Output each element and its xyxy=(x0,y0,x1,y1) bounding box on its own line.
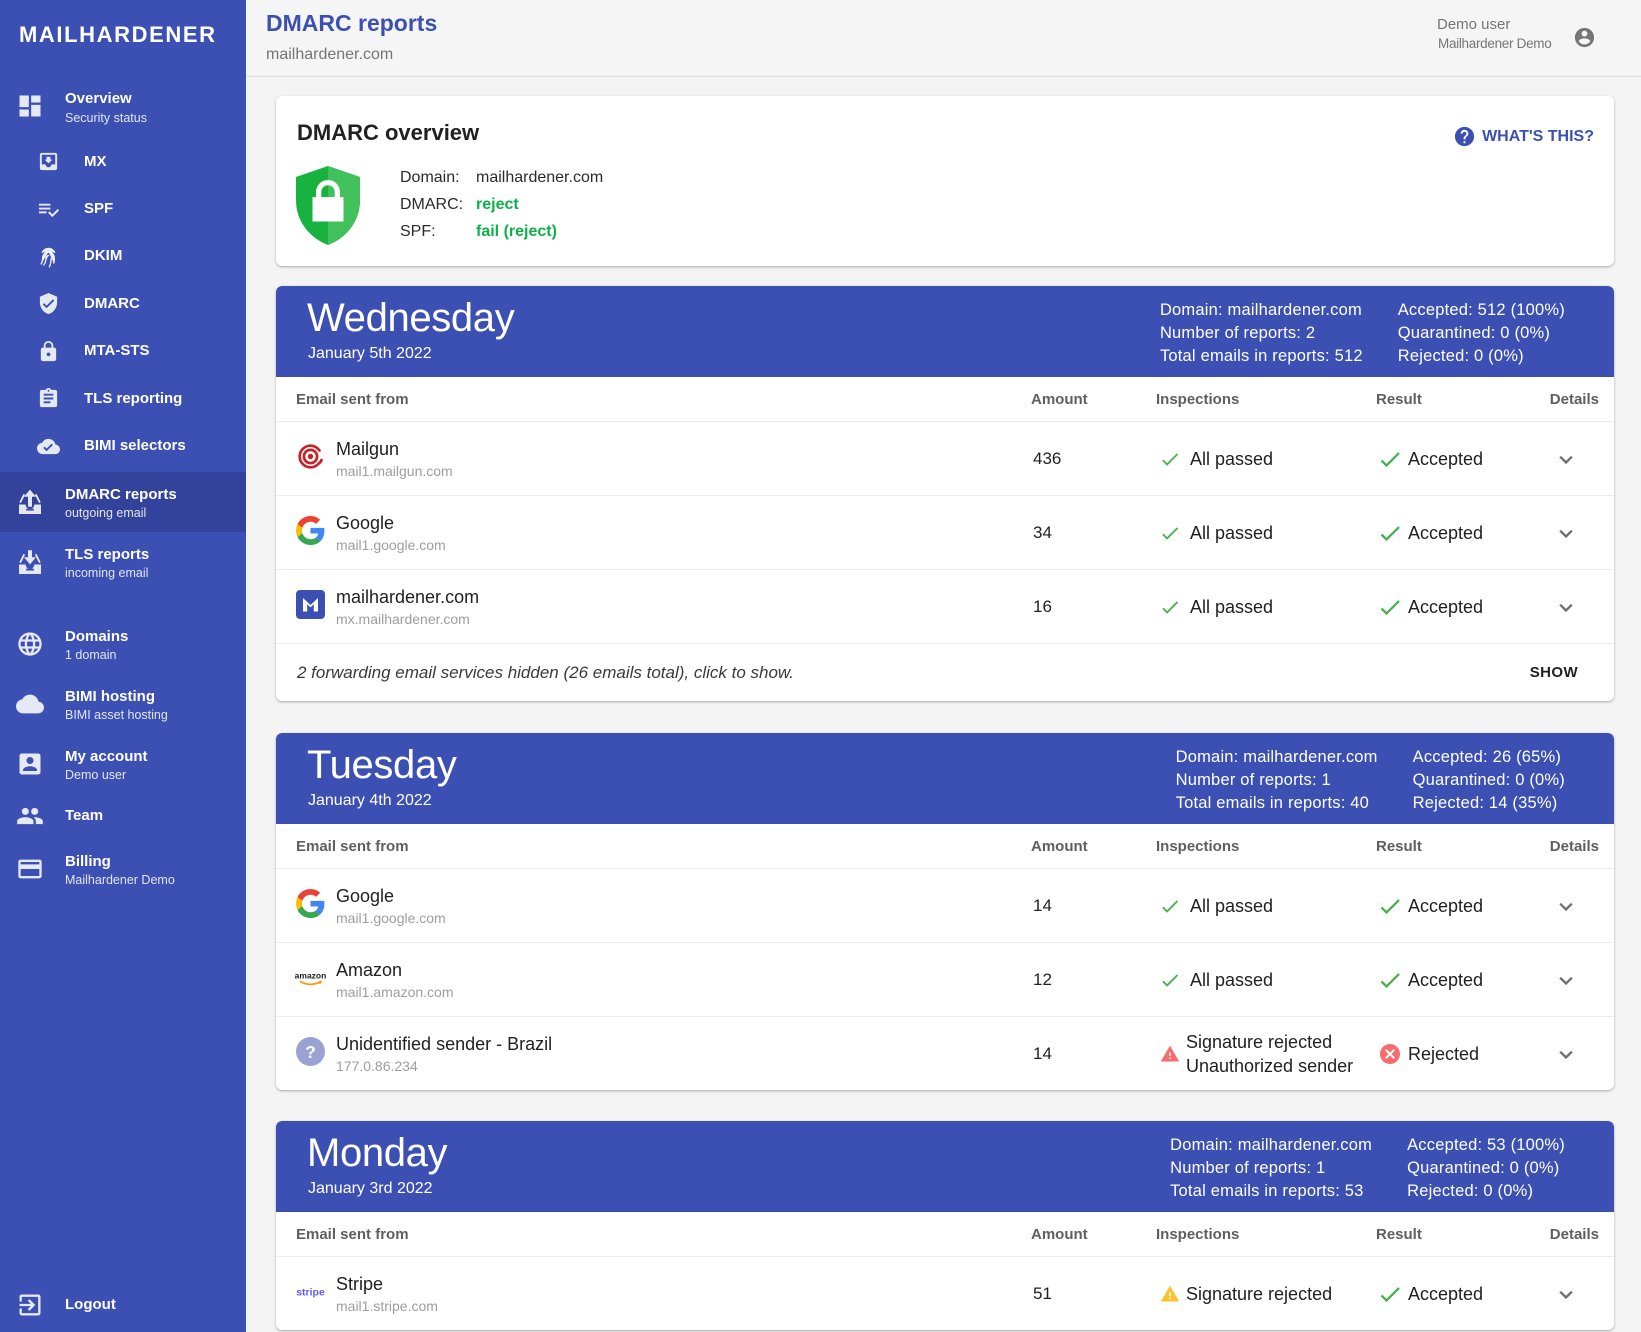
svg-text:?: ? xyxy=(305,1042,316,1062)
svg-text:amazon: amazon xyxy=(295,970,327,980)
svg-text:stripe: stripe xyxy=(296,1286,325,1298)
